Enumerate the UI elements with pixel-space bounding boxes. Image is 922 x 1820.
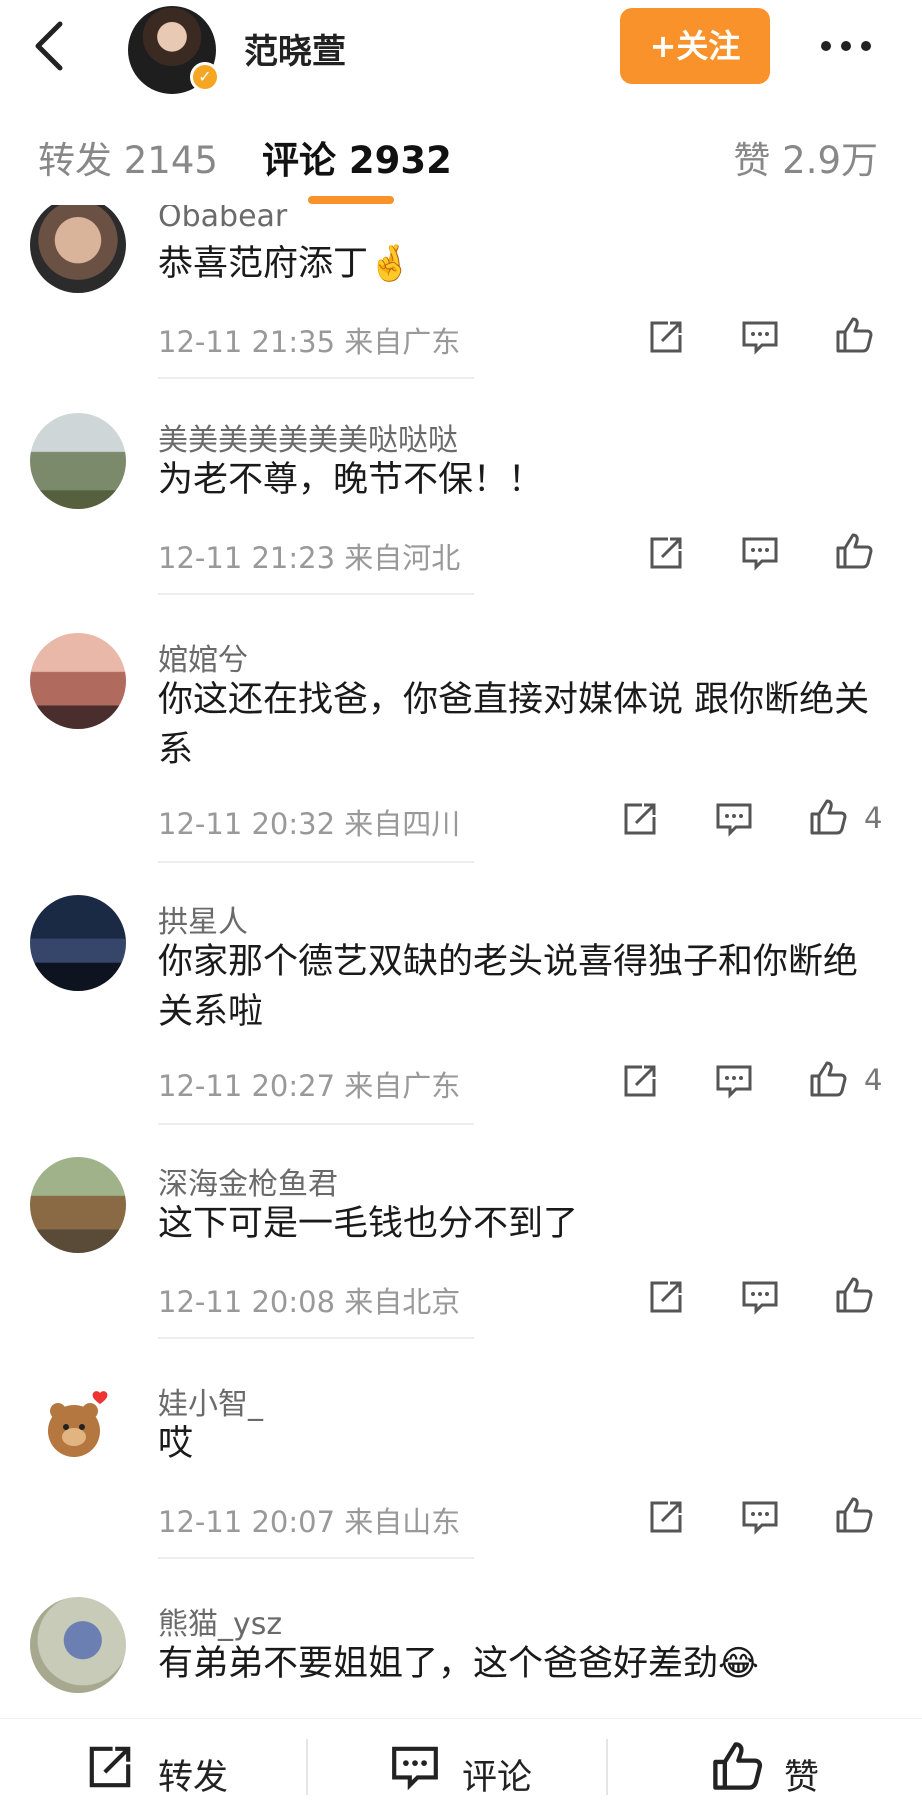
commenter-avatar[interactable] — [30, 1157, 126, 1253]
profile-avatar[interactable]: ✓ — [128, 6, 220, 94]
verified-badge-icon: ✓ — [190, 62, 220, 92]
divider — [158, 1337, 474, 1339]
comment-icon[interactable] — [740, 1497, 780, 1537]
commenter-avatar[interactable] — [30, 1377, 126, 1473]
comment-text: 为老不尊，晚节不保！！ — [158, 460, 544, 500]
comment-item: 熊猫_ysz 有弟弟不要姐姐了，这个爸爸好差劲😂 — [0, 1597, 922, 1705]
commenter-avatar[interactable] — [30, 895, 126, 991]
tab-like[interactable]: 赞 2.9万 — [733, 130, 878, 184]
divider — [158, 861, 474, 863]
bottom-like-label: 赞 — [784, 1758, 820, 1798]
thumb-up-icon — [713, 1742, 763, 1790]
page-title: 范晓萱 — [244, 32, 346, 72]
comment-text: 你这还在找爸，你爸直接对媒体说 跟你断绝关系 — [158, 680, 870, 770]
tab-bar: 转发 2145 评论 2932 赞 2.9万 — [0, 130, 922, 210]
commenter-avatar[interactable] — [30, 413, 126, 509]
comment-meta: 12-11 20:07 来自山东 — [158, 1505, 461, 1539]
comment-icon[interactable] — [740, 317, 780, 357]
back-chevron-icon[interactable] — [30, 20, 70, 72]
commenter-avatar[interactable] — [30, 205, 126, 293]
commenter-avatar[interactable] — [30, 1597, 126, 1693]
thumb-up-icon[interactable] — [834, 315, 874, 355]
comment-item: 婠婠兮 你这还在找爸，你爸直接对媒体说 跟你断绝关系 12-11 20:32 来… — [0, 633, 922, 873]
active-tab-indicator — [308, 196, 394, 204]
divider — [158, 1557, 474, 1559]
bottom-action-bar: 转发 评论 赞 — [0, 1718, 922, 1820]
like-count: 4 — [864, 801, 883, 835]
comment-item: Obabear 恭喜范府添丁🤞 12-11 21:35 来自广东 — [0, 205, 922, 387]
comment-meta: 12-11 20:32 来自四川 — [158, 807, 461, 841]
comment-icon[interactable] — [714, 1061, 754, 1101]
comment-list: Obabear 恭喜范府添丁🤞 12-11 21:35 来自广东 美美美美美美美… — [0, 205, 922, 1705]
thumb-up-icon[interactable] — [808, 1059, 848, 1099]
commenter-avatar[interactable] — [30, 633, 126, 729]
commenter-name[interactable]: 美美美美美美美哒哒哒 — [158, 415, 458, 459]
comment-item: 娃小智_ 哎 12-11 20:07 来自山东 — [0, 1377, 922, 1567]
commenter-name[interactable]: 熊猫_ysz — [158, 1599, 282, 1643]
bear-avatar-icon — [48, 1391, 108, 1457]
comment-text: 有弟弟不要姐姐了，这个爸爸好差劲😂 — [158, 1644, 759, 1684]
comment-text: 哎 — [158, 1424, 194, 1464]
repost-icon[interactable] — [646, 317, 686, 357]
comment-icon[interactable] — [740, 533, 780, 573]
bottom-comment-label: 评论 — [462, 1758, 533, 1798]
bottom-repost-button[interactable]: 转发 — [84, 1737, 244, 1798]
more-dots-icon[interactable] — [818, 36, 874, 56]
commenter-name[interactable]: 婠婠兮 — [158, 635, 248, 679]
divider — [158, 377, 474, 379]
commenter-name[interactable]: Obabear — [158, 205, 287, 234]
commenter-name[interactable]: 深海金枪鱼君 — [158, 1159, 338, 1203]
repost-icon[interactable] — [646, 1277, 686, 1317]
tab-repost[interactable]: 转发 2145 — [38, 130, 218, 184]
thumb-up-icon[interactable] — [834, 1275, 874, 1315]
like-count: 4 — [864, 1063, 883, 1097]
comment-text: 这下可是一毛钱也分不到了 — [158, 1204, 579, 1244]
comment-meta: 12-11 21:23 来自河北 — [158, 541, 461, 575]
comment-item: 拱星人 你家那个德艺双缺的老头说喜得独子和你断绝关系啦 12-11 20:27 … — [0, 895, 922, 1135]
repost-icon[interactable] — [620, 1061, 660, 1101]
bottom-like-button[interactable]: 赞 — [710, 1737, 870, 1798]
comment-icon[interactable] — [714, 799, 754, 839]
repost-icon[interactable] — [646, 533, 686, 573]
divider — [606, 1739, 608, 1795]
thumb-up-icon[interactable] — [834, 1495, 874, 1535]
commenter-name[interactable]: 娃小智_ — [158, 1379, 263, 1423]
follow-button[interactable]: +关注 — [620, 8, 770, 84]
tab-comment[interactable]: 评论 2932 — [262, 130, 452, 184]
comment-meta: 12-11 21:35 来自广东 — [158, 325, 461, 359]
comment-icon[interactable] — [740, 1277, 780, 1317]
repost-icon — [89, 1746, 131, 1788]
top-bar: ✓ 范晓萱 +关注 — [0, 0, 922, 98]
thumb-up-icon[interactable] — [834, 531, 874, 571]
thumb-up-icon[interactable] — [808, 797, 848, 837]
divider — [158, 1123, 474, 1125]
divider — [306, 1739, 308, 1795]
comment-icon — [392, 1746, 438, 1791]
comment-meta: 12-11 20:08 来自北京 — [158, 1285, 461, 1319]
comment-item: 深海金枪鱼君 这下可是一毛钱也分不到了 12-11 20:08 来自北京 — [0, 1157, 922, 1347]
comment-text: 你家那个德艺双缺的老头说喜得独子和你断绝关系啦 — [158, 942, 859, 1032]
comment-item: 美美美美美美美哒哒哒 为老不尊，晚节不保！！ 12-11 21:23 来自河北 — [0, 413, 922, 603]
comment-meta: 12-11 20:27 来自广东 — [158, 1069, 461, 1103]
bottom-comment-button[interactable]: 评论 — [388, 1737, 548, 1798]
repost-icon[interactable] — [646, 1497, 686, 1537]
divider — [158, 593, 474, 595]
bottom-repost-label: 转发 — [158, 1758, 229, 1798]
comment-text: 恭喜范府添丁🤞 — [158, 244, 412, 284]
repost-icon[interactable] — [620, 799, 660, 839]
commenter-name[interactable]: 拱星人 — [158, 897, 248, 941]
